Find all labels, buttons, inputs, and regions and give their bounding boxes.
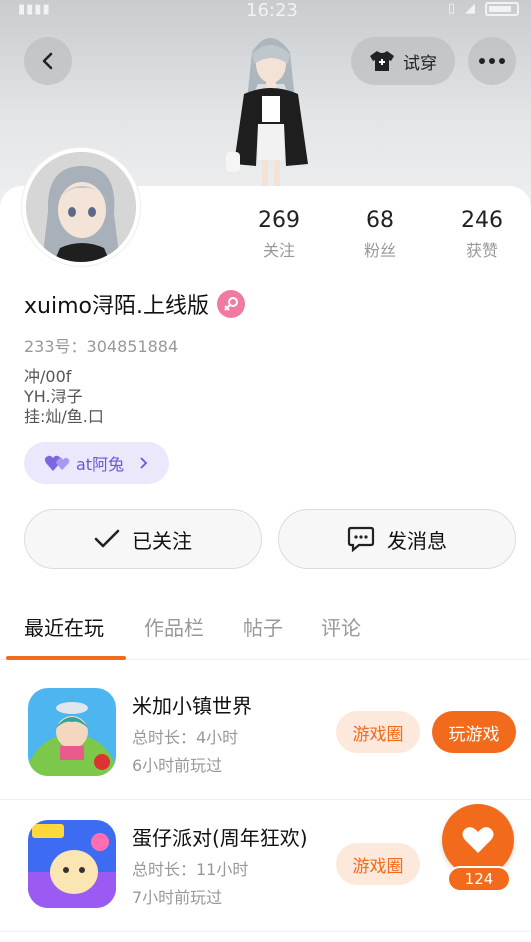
- message-label: 发消息: [387, 528, 447, 553]
- bio-line: 冲/00f: [24, 367, 72, 386]
- bio: 冲/00f YH.浔子 挂:灿/鱼.口: [24, 367, 104, 427]
- game-circle-button[interactable]: 游戏圈: [336, 711, 420, 753]
- wifi-icon: ◢: [465, 1, 475, 16]
- game-circle-button[interactable]: 游戏圈: [336, 843, 420, 885]
- username: xuimo浔陌.上线版: [24, 294, 209, 319]
- stat-likes[interactable]: 246 获赞: [437, 208, 527, 261]
- profile-page: ▮▮▮▮ 16:23 ▯ ◢ 试穿 269 关注 68 粉丝 246 获赞 xu…: [0, 0, 531, 942]
- vibrate-icon: ▯: [447, 1, 455, 16]
- signal-icon: ▮▮▮▮: [18, 2, 51, 17]
- follow-button[interactable]: 已关注: [24, 509, 262, 569]
- more-button[interactable]: [468, 37, 516, 85]
- game-duration: 总时长：11小时: [132, 860, 249, 879]
- bio-line: YH.浔子: [24, 387, 83, 406]
- game-title: 蛋仔派对(周年狂欢): [132, 826, 308, 850]
- try-on-label: 试穿: [403, 53, 437, 74]
- status-time: 16:23: [246, 0, 298, 21]
- game-icon: [28, 688, 116, 776]
- list-item[interactable]: 米加小镇世界 总时长：4小时 6小时前玩过 游戏圈 玩游戏: [0, 670, 531, 800]
- follow-label: 已关注: [132, 528, 192, 553]
- avatar-portrait: [26, 152, 136, 262]
- tag-label: at阿兔: [76, 455, 125, 474]
- profile-stats: 269 关注 68 粉丝 246 获赞: [230, 208, 530, 268]
- game-duration: 总时长：4小时: [132, 728, 239, 747]
- shirt-icon: [370, 51, 394, 71]
- back-button[interactable]: [24, 37, 72, 85]
- game-title: 米加小镇世界: [132, 694, 252, 718]
- game-last-played: 7小时前玩过: [132, 888, 223, 907]
- play-game-button[interactable]: 玩游戏: [432, 711, 516, 753]
- name-row: xuimo浔陌.上线版: [24, 288, 245, 320]
- stat-label: 获赞: [465, 241, 498, 260]
- tab-posts[interactable]: 帖子: [243, 612, 283, 641]
- profile-tabs: 最近在玩 作品栏 帖子 评论: [0, 608, 531, 660]
- battery-icon: [485, 1, 519, 16]
- game-meta: 总时长：11小时 7小时前玩过: [132, 856, 248, 912]
- stat-following[interactable]: 269 关注: [234, 208, 324, 261]
- game-icon: [28, 820, 116, 908]
- character-3d-avatar: [226, 38, 308, 188]
- try-on-button[interactable]: 试穿: [351, 37, 455, 85]
- status-bar: ▮▮▮▮ 16:23 ▯ ◢: [0, 0, 531, 24]
- tab-recent[interactable]: 最近在玩: [24, 612, 104, 641]
- more-dots-icon: [479, 58, 505, 64]
- stat-value: 68: [366, 208, 394, 233]
- heart-pair-icon: [44, 455, 70, 471]
- heart-icon: [462, 827, 494, 853]
- chevron-right-icon: [140, 457, 148, 469]
- stat-value: 246: [461, 208, 503, 233]
- female-icon: [216, 290, 245, 318]
- back-arrow-icon: [42, 52, 53, 70]
- avatar-image: [26, 152, 136, 262]
- stat-label: 关注: [262, 241, 295, 260]
- tab-comments[interactable]: 评论: [321, 612, 361, 641]
- chat-bubble-icon: [347, 526, 375, 552]
- game-meta: 总时长：4小时 6小时前玩过: [132, 724, 238, 780]
- stat-label: 粉丝: [363, 241, 396, 260]
- bio-line: 挂:灿/鱼.口: [24, 407, 104, 426]
- user-id: 233号：304851884: [24, 337, 179, 356]
- game-last-played: 6小时前玩过: [132, 756, 223, 775]
- tab-works[interactable]: 作品栏: [144, 612, 204, 641]
- check-icon: [94, 529, 120, 548]
- active-tab-indicator: [6, 656, 126, 660]
- like-count-badge: 124: [447, 866, 511, 892]
- stat-value: 269: [258, 208, 300, 233]
- message-button[interactable]: 发消息: [278, 509, 516, 569]
- avatar[interactable]: [22, 148, 140, 266]
- stat-followers[interactable]: 68 粉丝: [335, 208, 425, 261]
- couple-tag[interactable]: at阿兔: [24, 442, 169, 484]
- status-icons: ▯ ◢: [448, 1, 519, 16]
